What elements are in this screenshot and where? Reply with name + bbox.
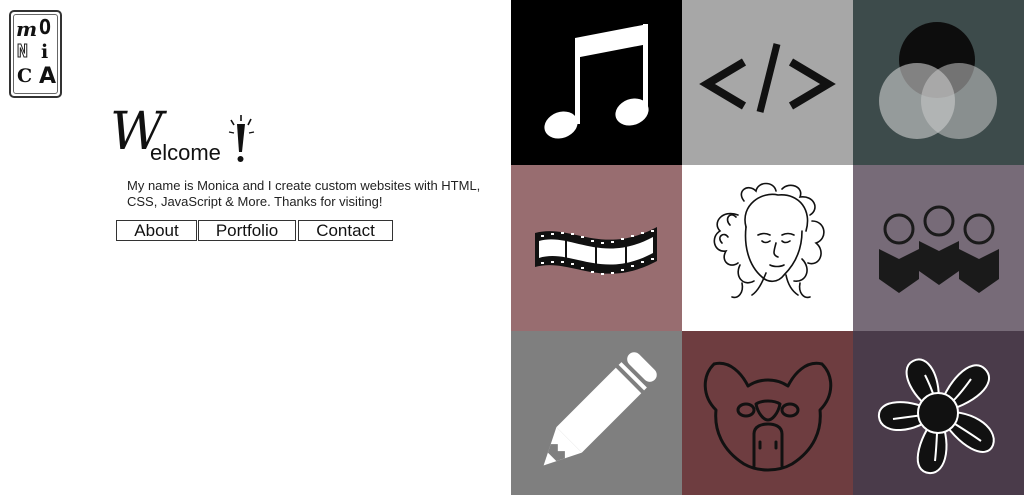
tile-film[interactable] xyxy=(511,165,682,331)
logo-letter: C xyxy=(17,65,33,87)
tile-dog[interactable] xyxy=(682,331,853,495)
welcome-heading: W elcome xyxy=(110,102,270,168)
logo-letter: A xyxy=(39,64,57,89)
intro-text: My name is Monica and I create custom we… xyxy=(127,178,481,209)
film-strip-icon xyxy=(535,227,657,275)
logo[interactable]: m O N i C A xyxy=(9,10,62,98)
logo-letter: N xyxy=(17,41,29,63)
code-icon xyxy=(699,43,836,113)
people-icon xyxy=(879,205,999,293)
dog-icon xyxy=(703,361,833,472)
portrait-icon xyxy=(713,182,825,299)
tile-code[interactable] xyxy=(682,0,853,165)
tile-flower[interactable] xyxy=(853,331,1024,495)
portfolio-tile-grid xyxy=(511,0,1024,495)
contact-button[interactable]: Contact xyxy=(298,220,393,241)
flower-icon xyxy=(877,358,995,475)
about-button[interactable]: About xyxy=(116,220,197,241)
pencil-icon xyxy=(543,352,657,466)
tile-design[interactable] xyxy=(853,0,1024,165)
tile-portrait[interactable] xyxy=(682,165,853,331)
portfolio-button[interactable]: Portfolio xyxy=(198,220,296,241)
tile-pencil[interactable] xyxy=(511,331,682,495)
logo-letter: m xyxy=(16,17,38,41)
welcome-text: elcome xyxy=(150,140,221,165)
tile-music[interactable] xyxy=(511,0,682,165)
tile-people[interactable] xyxy=(853,165,1024,331)
logo-letter: i xyxy=(41,41,49,63)
venn-circles-icon xyxy=(879,22,997,139)
music-note-icon xyxy=(544,24,649,139)
logo-letter: O xyxy=(39,15,52,39)
exclamation-icon xyxy=(228,115,255,162)
